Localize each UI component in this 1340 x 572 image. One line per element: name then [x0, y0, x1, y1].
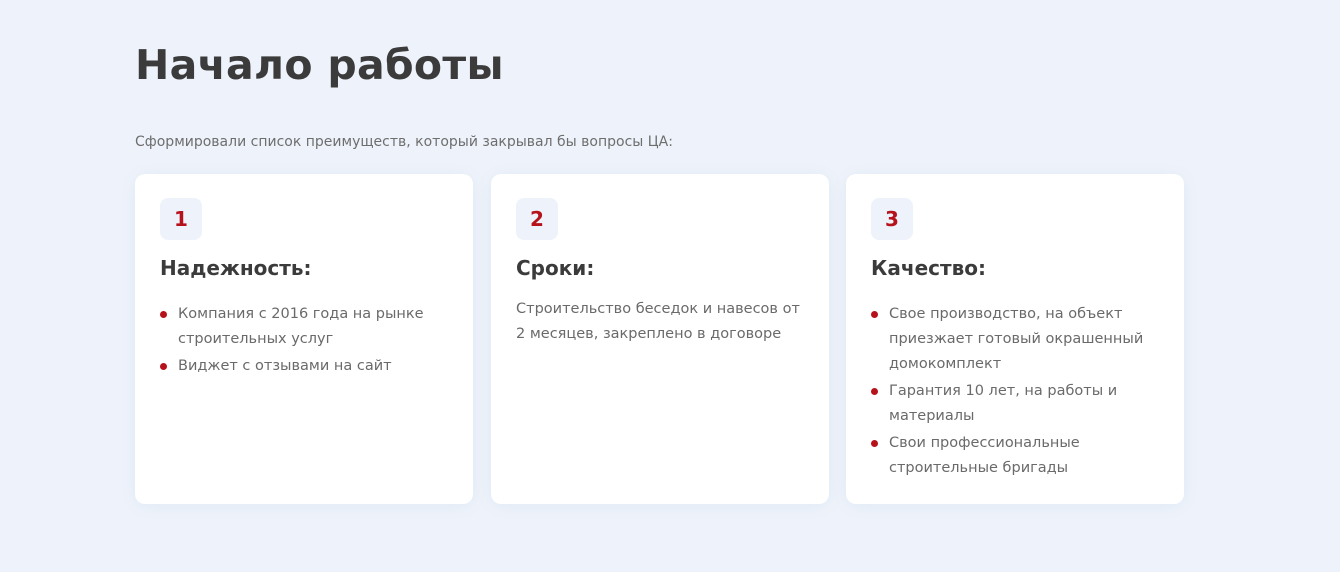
list-item: Свое производство, на объект приезжает г… — [871, 302, 1161, 377]
list-item: Гарантия 10 лет, на работы и материалы — [871, 379, 1161, 429]
card-number-badge: 2 — [516, 198, 558, 240]
card-quality: 3 Качество: Свое производство, на объект… — [846, 174, 1184, 504]
bullet-dot-icon — [871, 311, 878, 318]
card-reliability: 1 Надежность: Компания с 2016 года на ры… — [135, 174, 473, 504]
card-title: Надежность: — [160, 256, 312, 280]
card-bullet-list: Свое производство, на объект приезжает г… — [871, 302, 1161, 483]
list-item: Свои профессиональные строительные брига… — [871, 431, 1161, 481]
bullet-dot-icon — [160, 311, 167, 318]
card-timing: 2 Сроки: Строительство беседок и навесов… — [491, 174, 829, 504]
list-item: Компания с 2016 года на рынке строительн… — [160, 302, 450, 352]
card-number-badge: 1 — [160, 198, 202, 240]
card-description: Строительство беседок и навесов от 2 мес… — [516, 301, 800, 342]
bullet-dot-icon — [871, 440, 878, 447]
card-bullet-list: Компания с 2016 года на рынке строительн… — [160, 302, 450, 381]
list-item-text: Виджет с отзывами на сайт — [178, 358, 392, 374]
page-title: Начало работы — [135, 41, 504, 89]
bullet-dot-icon — [871, 388, 878, 395]
list-item-text: Гарантия 10 лет, на работы и материалы — [889, 383, 1118, 424]
bullet-dot-icon — [160, 363, 167, 370]
card-title: Сроки: — [516, 256, 595, 280]
list-item-text: Компания с 2016 года на рынке строительн… — [178, 306, 424, 347]
card-number-badge: 3 — [871, 198, 913, 240]
list-item-text: Свое производство, на объект приезжает г… — [889, 306, 1144, 372]
list-item: Виджет с отзывами на сайт — [160, 354, 450, 379]
card-title: Качество: — [871, 256, 986, 280]
advantages-cards: 1 Надежность: Компания с 2016 года на ры… — [135, 174, 1185, 504]
section-subtitle: Сформировали список преимуществ, который… — [135, 134, 673, 150]
list-item-text: Свои профессиональные строительные брига… — [889, 435, 1080, 476]
